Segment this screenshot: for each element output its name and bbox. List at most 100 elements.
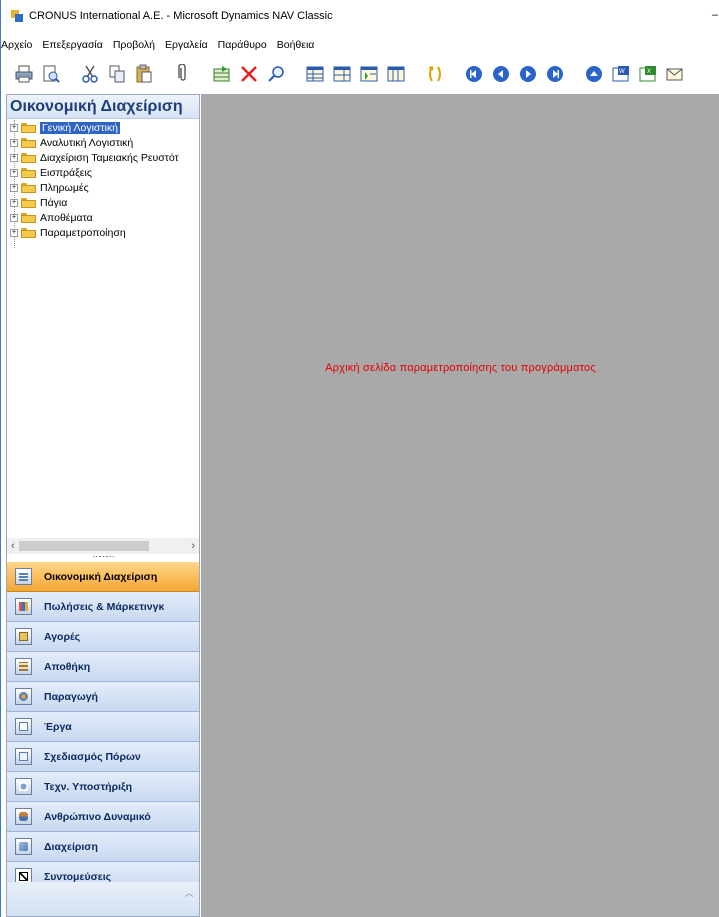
jobs-icon <box>15 718 32 735</box>
folder-icon <box>21 212 36 223</box>
nav-pane-footer: ︿ <box>7 882 199 916</box>
tree-item-label[interactable]: Γενική Λογιστική <box>40 121 120 134</box>
pane-splitter[interactable]: ⋯⋯⋯ <box>7 553 199 562</box>
send-mail-icon[interactable] <box>664 63 686 85</box>
main-workspace: Αρχική σελίδα παραμετροποίησης του προγρ… <box>201 94 719 917</box>
section-label: Αγορές <box>44 630 81 643</box>
section-label: Παραγωγή <box>44 690 98 703</box>
tree-item-label[interactable]: Πληρωμές <box>40 182 89 194</box>
tree-item-general-ledger[interactable]: + Γενική Λογιστική <box>7 120 199 135</box>
scrollbar-thumb[interactable] <box>19 541 149 551</box>
print-icon[interactable] <box>13 63 35 85</box>
section-manufacturing[interactable]: Παραγωγή <box>7 682 199 712</box>
tree-item-label[interactable]: Παραμετροποίηση <box>40 227 126 239</box>
menu-edit[interactable]: Επεξεργασία <box>42 39 103 51</box>
tree-item-label[interactable]: Αποθέματα <box>40 212 93 224</box>
section-service[interactable]: Τεχν. Υποστήριξη <box>7 772 199 802</box>
cut-icon[interactable] <box>79 63 101 85</box>
section-label: Συντομεύσεις <box>44 870 112 883</box>
previous-record-icon[interactable] <box>490 63 512 85</box>
human-resources-icon <box>15 808 32 825</box>
warehouse-icon <box>15 658 32 675</box>
tree-item-setup[interactable]: + Παραμετροποίηση <box>7 225 199 240</box>
menu-tools[interactable]: Εργαλεία <box>165 39 208 51</box>
expand-icon[interactable]: + <box>10 168 18 177</box>
attach-icon[interactable] <box>172 63 194 85</box>
refresh-icon[interactable] <box>424 63 446 85</box>
section-human-resources[interactable]: Ανθρώπινο Δυναμικό <box>7 802 199 832</box>
copy-icon[interactable] <box>106 63 128 85</box>
section-administration[interactable]: Διαχείριση <box>7 832 199 862</box>
expand-icon[interactable]: + <box>10 123 18 132</box>
section-buttons: Οικονομική Διαχείριση Πωλήσεις & Μάρκετι… <box>7 562 199 892</box>
expand-icon[interactable]: + <box>10 138 18 147</box>
export-word-icon[interactable]: W <box>610 63 632 85</box>
expand-icon[interactable]: + <box>10 213 18 222</box>
tree-item-label[interactable]: Αναλυτική Λογιστική <box>40 137 133 149</box>
section-label: Έργα <box>44 720 72 733</box>
minimize-button[interactable]: – <box>712 9 718 21</box>
find-icon[interactable] <box>265 63 287 85</box>
list-icon[interactable] <box>304 63 326 85</box>
title-bar: CRONUS International A.E. - Microsoft Dy… <box>1 0 719 32</box>
tree-item-fixed-assets[interactable]: + Πάγια <box>7 195 199 210</box>
toolbar: W X <box>1 57 719 90</box>
tree-item-cash-management[interactable]: + Διαχείριση Ταμειακής Ρευστότ <box>7 150 199 165</box>
tree-item-label[interactable]: Διαχείριση Ταμειακής Ρευστότ <box>40 152 179 164</box>
menu-help[interactable]: Βοήθεια <box>277 39 315 51</box>
finance-icon <box>15 568 32 585</box>
next-record-icon[interactable] <box>517 63 539 85</box>
tree-item-receivables[interactable]: + Εισπράξεις <box>7 165 199 180</box>
expand-icon[interactable]: + <box>10 198 18 207</box>
tree-item-label[interactable]: Πάγια <box>40 197 67 209</box>
print-preview-icon[interactable] <box>40 63 62 85</box>
section-sales-marketing[interactable]: Πωλήσεις & Μάρκετινγκ <box>7 592 199 622</box>
section-resource-planning[interactable]: Σχεδιασμός Πόρων <box>7 742 199 772</box>
section-label: Οικονομική Διαχείριση <box>44 570 158 583</box>
nav-pane-header: Οικονομική Διαχείριση <box>7 95 199 119</box>
first-record-icon[interactable] <box>463 63 485 85</box>
card-icon[interactable] <box>331 63 353 85</box>
expand-icon[interactable]: + <box>10 183 18 192</box>
paste-icon[interactable] <box>133 63 155 85</box>
new-record-icon[interactable] <box>211 63 233 85</box>
export-excel-icon[interactable]: X <box>637 63 659 85</box>
folder-icon <box>21 167 36 178</box>
section-label: Ανθρώπινο Δυναμικό <box>44 810 151 823</box>
section-label: Διαχείριση <box>44 840 98 853</box>
sort-icon[interactable] <box>358 63 380 85</box>
app-logo-icon <box>11 10 23 22</box>
tree-item-payables[interactable]: + Πληρωμές <box>7 180 199 195</box>
scroll-right-icon[interactable]: › <box>191 540 195 552</box>
menu-view[interactable]: Προβολή <box>113 39 155 51</box>
filter-icon[interactable] <box>385 63 407 85</box>
resource-planning-icon <box>15 748 32 765</box>
section-jobs[interactable]: Έργα <box>7 712 199 742</box>
delete-icon[interactable] <box>238 63 260 85</box>
up-icon[interactable] <box>583 63 605 85</box>
menu-tree: + Γενική Λογιστική + Αναλυτική Λογιστική… <box>7 120 199 538</box>
scroll-left-icon[interactable]: ‹ <box>11 540 15 552</box>
expand-icon[interactable]: + <box>10 153 18 162</box>
tree-item-inventory[interactable]: + Αποθέματα <box>7 210 199 225</box>
administration-icon <box>15 838 32 855</box>
folder-icon <box>21 182 36 193</box>
last-record-icon[interactable] <box>544 63 566 85</box>
menu-bar: Αρχείο Επεξεργασία Προβολή Εργαλεία Παρά… <box>1 36 719 54</box>
folder-icon <box>21 197 36 208</box>
navigation-pane: Οικονομική Διαχείριση + Γενική Λογιστική… <box>6 94 200 917</box>
chevron-up-icon[interactable]: ︿ <box>183 887 195 899</box>
sales-icon <box>15 598 32 615</box>
section-label: Πωλήσεις & Μάρκετινγκ <box>44 600 165 613</box>
section-warehouse[interactable]: Αποθήκη <box>7 652 199 682</box>
menu-file[interactable]: Αρχείο <box>1 39 32 51</box>
section-financial-management[interactable]: Οικονομική Διαχείριση <box>7 562 199 592</box>
folder-icon <box>21 152 36 163</box>
expand-icon[interactable]: + <box>10 228 18 237</box>
tree-item-cost-accounting[interactable]: + Αναλυτική Λογιστική <box>7 135 199 150</box>
menu-window[interactable]: Παράθυρο <box>218 39 267 51</box>
setup-home-message: Αρχική σελίδα παραμετροποίησης του προγρ… <box>325 362 596 374</box>
section-purchases[interactable]: Αγορές <box>7 622 199 652</box>
tree-item-label[interactable]: Εισπράξεις <box>40 167 92 179</box>
folder-icon <box>21 122 36 133</box>
